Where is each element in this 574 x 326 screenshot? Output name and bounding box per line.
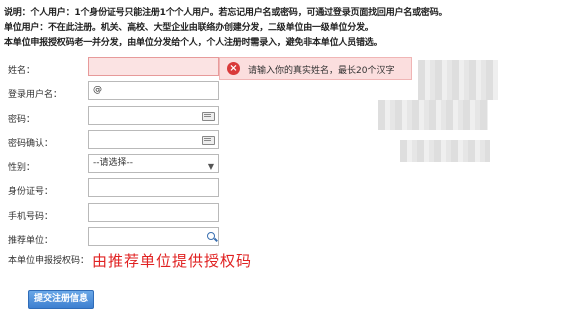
- chevron-down-icon: ▼: [207, 162, 214, 171]
- row-username: 登录用户名： @: [0, 81, 574, 107]
- gender-selected-value: --请选择--: [93, 158, 133, 168]
- submit-registration-button[interactable]: 提交注册信息: [28, 290, 94, 309]
- instruction-unit-users: 单位用户：不在此注册。机关、高校、大型企业由联络办创建分发，二级单位由一级单位分…: [4, 23, 374, 33]
- row-password-confirm: 密码确认：: [0, 130, 574, 156]
- auth-code-hint: 由推荐单位提供授权码: [92, 252, 253, 270]
- instruction-auth-code: 本单位申报授权码老一并分发，由单位分发给个人，个人注册时需录入，避免非本单位人员…: [4, 38, 383, 48]
- id-number-input[interactable]: [88, 178, 219, 197]
- recommend-unit-input[interactable]: [88, 227, 219, 246]
- keyboard-icon[interactable]: [202, 112, 215, 121]
- gender-select[interactable]: --请选择-- ▼: [88, 154, 219, 173]
- row-gender: 性别： --请选择-- ▼: [0, 154, 574, 180]
- phone-label: 手机号码：: [8, 212, 54, 222]
- row-id-number: 身份证号：: [0, 178, 574, 204]
- row-password: 密码：: [0, 106, 574, 132]
- row-auth-code: 本单位申报授权码：: [0, 249, 574, 279]
- name-input[interactable]: [88, 57, 219, 76]
- username-label: 登录用户名：: [8, 90, 63, 100]
- password-confirm-label: 密码确认：: [8, 139, 54, 149]
- phone-input[interactable]: [88, 203, 219, 222]
- search-icon[interactable]: [207, 232, 215, 240]
- row-phone: 手机号码：: [0, 203, 574, 229]
- password-confirm-input[interactable]: [88, 130, 219, 149]
- name-error-tooltip: × 请输入你的真实姓名，最长20个汉字: [219, 57, 412, 80]
- keyboard-icon[interactable]: [202, 136, 215, 145]
- password-input[interactable]: [88, 106, 219, 125]
- username-input[interactable]: @: [88, 81, 219, 100]
- id-number-label: 身份证号：: [8, 187, 54, 197]
- instruction-personal-users: 说明：个人用户：1个身份证号只能注册1个个人用户。若忘记用户名或密码，可通过登录…: [4, 8, 448, 18]
- instructions: 说明：个人用户：1个身份证号只能注册1个个人用户。若忘记用户名或密码，可通过登录…: [4, 6, 570, 51]
- password-label: 密码：: [8, 115, 36, 125]
- gender-label: 性别：: [8, 163, 36, 173]
- auth-code-label: 本单位申报授权码：: [8, 256, 90, 266]
- name-label: 姓名：: [8, 66, 36, 76]
- recommend-unit-label: 推荐单位：: [8, 236, 54, 246]
- name-error-message: 请输入你的真实姓名，最长20个汉字: [248, 66, 395, 76]
- error-x-icon: ×: [227, 62, 240, 75]
